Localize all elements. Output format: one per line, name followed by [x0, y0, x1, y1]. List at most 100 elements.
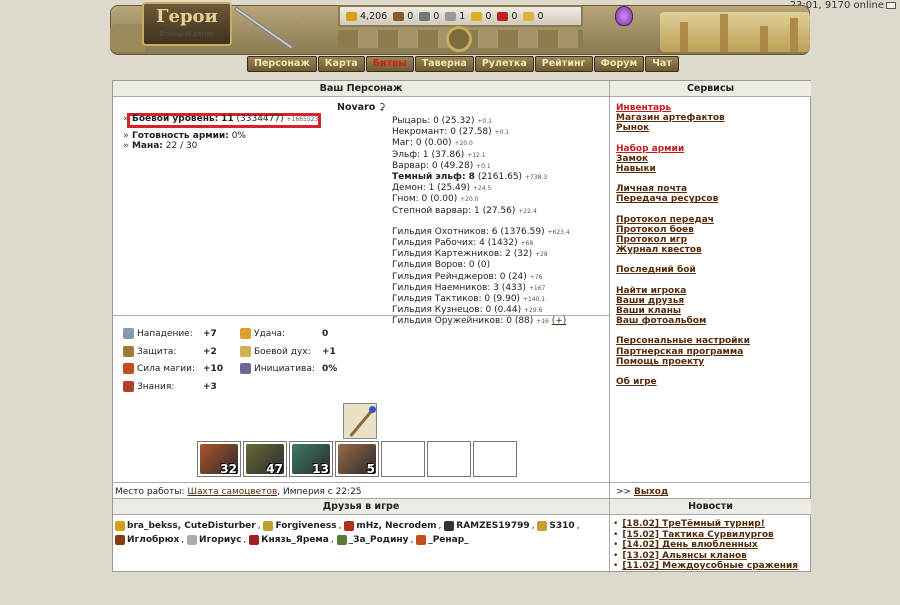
army-slot[interactable]: 13 — [289, 441, 333, 477]
army-slot[interactable]: 32 — [197, 441, 241, 477]
service-link[interactable]: Передача ресурсов — [616, 194, 750, 204]
friend-entry[interactable]: mHz, Necrodem — [344, 520, 437, 531]
nav-tab[interactable]: Битвы — [365, 56, 414, 72]
friend-entry[interactable]: _За_Родину — [336, 534, 408, 545]
friend-entry[interactable]: Князь_Ярема — [249, 534, 329, 545]
nav-tab[interactable]: Рулетка — [474, 56, 534, 72]
character-name[interactable]: Novaro ⚳ — [337, 102, 386, 113]
service-link[interactable]: Персональные настройки — [616, 336, 750, 346]
staff-artifact[interactable] — [343, 403, 377, 439]
service-link[interactable]: Ваш фотоальбом — [616, 316, 750, 326]
service-link[interactable]: Журнал квестов — [616, 245, 750, 255]
skill-row: Знания: +3 — [123, 380, 217, 394]
faction-row: Гном: 0 (0.00) +20.0 — [392, 194, 479, 205]
friend-entry[interactable]: RAMZES19799 — [444, 520, 530, 531]
friend-entry[interactable]: Иглобрюх — [115, 534, 179, 545]
guild-row: Гильдия Рейнджеров: 0 (24) +76 — [392, 271, 543, 282]
crystal-icon — [497, 11, 509, 21]
faction-row: Некромант: 0 (27.58) +0.1 — [392, 127, 510, 138]
heart-icon[interactable]: ♡ — [290, 7, 312, 29]
faction-guild-stats: Рыцарь: 0 (25.32) +0.1 Некромант: 0 (27.5… — [392, 116, 570, 328]
friend-entry[interactable]: Игориус — [187, 534, 241, 545]
service-link[interactable]: Ваши кланы — [616, 306, 750, 316]
friend-entry[interactable]: _Ренар_ — [416, 534, 469, 545]
service-link[interactable]: Замок — [616, 154, 750, 164]
service-link[interactable]: Набор армии — [616, 144, 750, 154]
news-list: • [18.02] ТреТёмный турнир! • [15.02] Такти… — [613, 519, 798, 572]
news-link[interactable]: [14.02] День влюбленных — [622, 540, 757, 550]
service-link[interactable]: Инвентарь — [616, 103, 750, 113]
nav-tab[interactable]: Карта — [317, 56, 365, 72]
wings-icon — [240, 345, 251, 357]
service-link[interactable]: Протокол игр — [616, 235, 750, 245]
skill-row: Инициатива: 0% — [240, 362, 337, 376]
service-link[interactable]: Навыки — [616, 164, 750, 174]
faction-row: Рыцарь: 0 (25.32) +0.1 — [392, 116, 492, 126]
news-link[interactable]: [18.02] ТреТёмный турнир! — [622, 519, 765, 529]
service-link[interactable]: Магазин артефактов — [616, 113, 750, 123]
service-link[interactable]: Рынок — [616, 123, 750, 133]
creature-count: 13 — [312, 462, 329, 476]
hourglass-icon — [240, 363, 251, 374]
header-ornament — [338, 26, 583, 52]
service-link[interactable]: Помощь проекту — [616, 357, 750, 367]
friend-entry[interactable]: S310 — [537, 520, 575, 531]
news-item: • [14.02] День влюбленных — [613, 540, 758, 550]
resource-value: 4,206 — [360, 10, 388, 22]
nav-tab[interactable]: Таверна — [414, 56, 474, 72]
service-link[interactable]: Об игре — [616, 377, 750, 387]
resource-value: 0 — [511, 10, 518, 22]
service-link[interactable]: Протокол передач — [616, 215, 750, 225]
clan-icon — [249, 534, 260, 545]
news-link[interactable]: [13.02] Альянсы кланов — [622, 551, 747, 561]
service-link[interactable]: Протокол боев — [616, 225, 750, 235]
news-link[interactable]: [11.02] Междоусобные сражения — [622, 561, 798, 571]
services-list: Инвентарь Магазин артефактов Рынок Набор ар… — [616, 103, 750, 387]
clan-icon — [344, 520, 355, 531]
creature-count: 5 — [366, 462, 375, 476]
add-guild-button[interactable]: (+) — [552, 316, 567, 326]
mail-icon[interactable] — [886, 1, 896, 9]
friend-entry[interactable]: bra_bekss, CuteDisturber — [115, 520, 256, 531]
skill-row: Нападение: +7 — [123, 327, 217, 341]
news-link[interactable]: [15.02] Тактика Сурвилургов — [622, 530, 773, 540]
skill-value: +3 — [203, 381, 217, 392]
army-slot[interactable] — [427, 441, 471, 477]
skill-label: Защита: — [137, 346, 177, 357]
logout-link[interactable]: Выход — [634, 487, 668, 497]
service-link[interactable]: Последний бой — [616, 265, 750, 275]
main-panel: Ваш Персонаж Сервисы Друзья в игре Новос… — [112, 80, 811, 573]
nav-tab[interactable]: Чат — [645, 56, 679, 72]
friend-entry[interactable]: Forgiveness — [263, 520, 337, 531]
service-link[interactable]: Личная почта — [616, 184, 750, 194]
game-logo[interactable]: Герои Войны и денег — [142, 2, 232, 46]
service-link[interactable]: Найти игрока — [616, 286, 750, 296]
resource-value: 0 — [537, 10, 544, 22]
ore-icon — [419, 11, 431, 21]
clan-icon — [263, 520, 274, 531]
nav-tab[interactable]: Форум — [593, 56, 645, 72]
nav-tab[interactable]: Персонаж — [247, 56, 317, 72]
wand-icon — [123, 363, 134, 374]
potion-flask-icon[interactable] — [615, 6, 633, 26]
service-link[interactable]: Партнерская программа — [616, 347, 750, 357]
news-item: • [11.02] Междоусобные сражения — [613, 561, 799, 571]
army-slot[interactable] — [473, 441, 517, 477]
friends-section-title: Друзья в игре — [113, 499, 609, 515]
service-link[interactable]: Ваши друзья — [616, 296, 750, 306]
rainbow-icon — [240, 328, 251, 339]
skill-label: Удача: — [254, 329, 286, 339]
army-slot[interactable]: 47 — [243, 441, 287, 477]
army-slot[interactable] — [381, 441, 425, 477]
skill-label: Знания: — [137, 381, 175, 392]
nav-tab[interactable]: Рейтинг — [534, 56, 593, 72]
clan-icon — [115, 520, 125, 531]
workplace-link[interactable]: Шахта самоцветов — [187, 487, 277, 497]
army-slot[interactable]: 5 — [335, 441, 379, 477]
logo-subtitle: Войны и денег — [159, 30, 215, 38]
